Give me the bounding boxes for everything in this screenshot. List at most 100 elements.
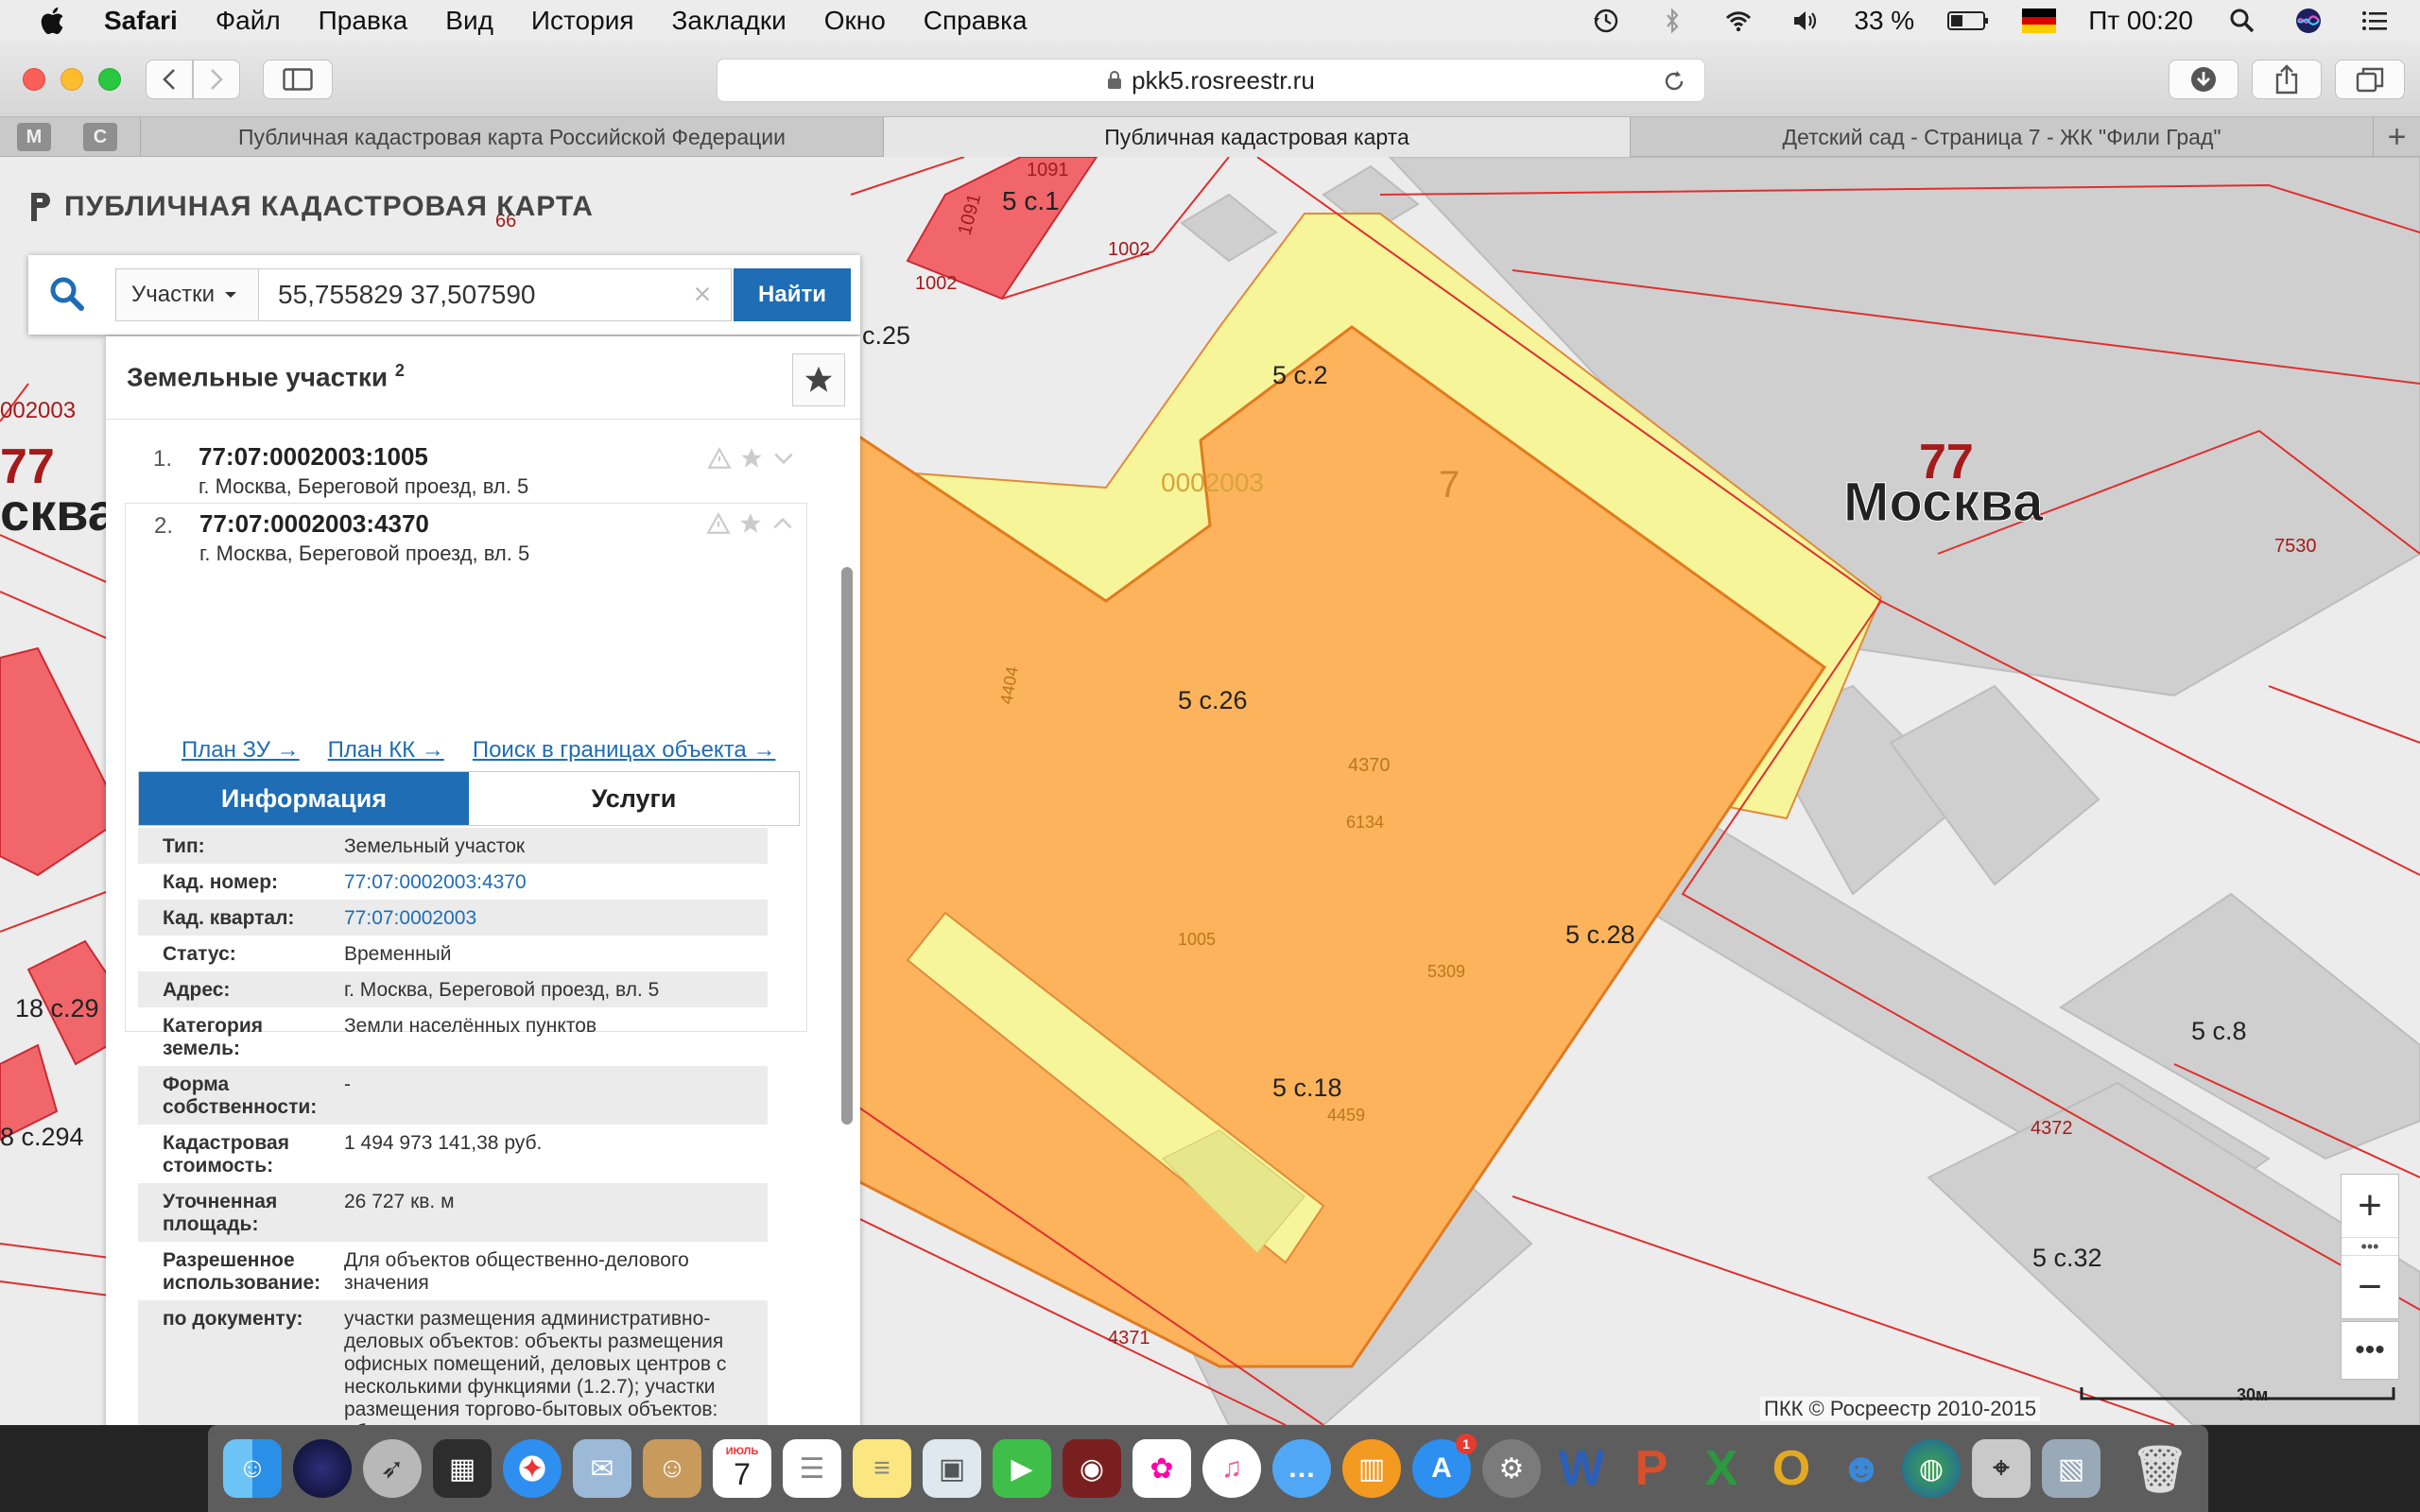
volume-icon[interactable] xyxy=(1788,7,1822,35)
siri-icon[interactable] xyxy=(293,1439,352,1498)
tab-information[interactable]: Информация xyxy=(139,772,469,825)
menu-edit[interactable]: Правка xyxy=(319,6,408,36)
safari-icon[interactable]: ✦ xyxy=(503,1439,562,1498)
back-button[interactable] xyxy=(146,60,193,99)
window-minimize-button[interactable] xyxy=(60,68,83,91)
menu-bookmarks[interactable]: Закладки xyxy=(672,6,786,36)
info-value: 1 494 973 141,38 руб. xyxy=(344,1132,543,1154)
menu-help[interactable]: Справка xyxy=(924,6,1028,36)
cad-number-link[interactable]: 77:07:0002003:4370 xyxy=(344,871,768,894)
launchpad-icon[interactable]: ➶ xyxy=(363,1439,422,1498)
app-brand[interactable]: ПУБЛИЧНАЯ КАДАСТРОВАЯ КАРТА xyxy=(28,191,594,223)
menu-window[interactable]: Окно xyxy=(824,6,886,36)
ibooks-icon[interactable]: ▥ xyxy=(1342,1439,1401,1498)
menubar-clock[interactable]: Пт 00:20 xyxy=(2088,6,2193,36)
facetime-icon[interactable]: ▶ xyxy=(993,1439,1051,1498)
finder-icon[interactable]: ☺ xyxy=(223,1439,282,1498)
panel-scrollbar-thumb[interactable] xyxy=(841,567,853,1125)
tab-cadastral-map-rf[interactable]: Публичная кадастровая карта Российской Ф… xyxy=(140,117,883,157)
more-tools-button[interactable]: ••• xyxy=(2341,1321,2399,1380)
lync-icon[interactable]: ☻ xyxy=(1832,1439,1891,1498)
photos-icon[interactable]: ✿ xyxy=(1132,1439,1191,1498)
favorites-button[interactable] xyxy=(792,353,845,406)
dashboard-icon[interactable]: ▦ xyxy=(433,1439,492,1498)
menu-app-safari[interactable]: Safari xyxy=(104,6,178,36)
sidebar-button[interactable] xyxy=(263,60,333,99)
window-close-button[interactable] xyxy=(23,68,45,91)
itunes-icon[interactable]: ♫ xyxy=(1202,1439,1261,1498)
tab-kindergarten[interactable]: Детский сад - Страница 7 - ЖК "Фили Град… xyxy=(1630,117,2373,157)
network-icon[interactable]: ◍ xyxy=(1902,1439,1961,1498)
word-icon[interactable]: W xyxy=(1552,1439,1611,1498)
new-tab-button[interactable]: + xyxy=(2373,117,2420,157)
info-key: Категория земель: xyxy=(163,1015,264,1059)
clear-search-button[interactable]: × xyxy=(686,277,718,311)
image-capture-icon[interactable]: ▧ xyxy=(2042,1439,2100,1498)
trash-icon[interactable]: 🗑 xyxy=(2131,1439,2189,1498)
search-icon[interactable] xyxy=(47,274,87,314)
zoom-level-dots[interactable]: ••• xyxy=(2342,1237,2398,1256)
messages-icon[interactable]: … xyxy=(1272,1439,1331,1498)
forward-button[interactable] xyxy=(193,60,240,99)
calendar-icon[interactable]: ИЮЛЬ 7 xyxy=(713,1439,771,1498)
downloads-button[interactable] xyxy=(2169,60,2238,99)
menu-file[interactable]: Файл xyxy=(216,6,281,36)
wifi-icon[interactable] xyxy=(1721,7,1755,35)
cad-quarter-link[interactable]: 77:07:0002003 xyxy=(344,907,768,930)
app-store-badge: 1 xyxy=(1456,1434,1477,1454)
warning-icon[interactable] xyxy=(706,511,731,536)
address-bar[interactable]: pkk5.rosreestr.ru xyxy=(717,59,1705,102)
mail-icon[interactable]: ✉ xyxy=(573,1439,631,1498)
siri-menubar-icon[interactable] xyxy=(2291,7,2325,35)
battery-icon[interactable] xyxy=(1946,7,1990,35)
excel-icon[interactable]: X xyxy=(1692,1439,1751,1498)
share-button[interactable] xyxy=(2252,60,2322,99)
outlook-icon[interactable]: O xyxy=(1762,1439,1821,1498)
tab-cadastral-map[interactable]: Публичная кадастровая карта xyxy=(883,117,1630,157)
cadastral-map[interactable]: 77 Москва 77 сква 0002003 7 5 с.1 5 с.2 … xyxy=(0,157,2420,1425)
result-item-1[interactable]: 1. 77:07:0002003:1005 г. Москва, Берегов… xyxy=(125,438,807,508)
zoom-out-button[interactable]: − xyxy=(2342,1256,2398,1318)
chevron-down-icon[interactable] xyxy=(771,446,796,471)
result-actions xyxy=(707,446,796,471)
calendar-month: ИЮЛЬ xyxy=(725,1445,759,1457)
warning-icon[interactable] xyxy=(707,446,732,471)
coordinates-input[interactable] xyxy=(259,268,732,321)
notes-icon[interactable]: ≡ xyxy=(853,1439,911,1498)
star-icon[interactable] xyxy=(738,511,763,536)
notification-center-icon[interactable] xyxy=(2358,7,2392,35)
spotlight-search-icon[interactable] xyxy=(2225,7,2259,35)
chevron-up-icon[interactable] xyxy=(770,511,795,536)
star-icon[interactable] xyxy=(739,446,764,471)
search-type-select[interactable]: Участки xyxy=(115,268,259,321)
map-copyright: ПКК © Росреестр 2010-2015 xyxy=(1760,1397,2041,1421)
tab-services[interactable]: Услуги xyxy=(469,772,799,825)
window-zoom-button[interactable] xyxy=(98,68,121,91)
plan-zu-link[interactable]: План ЗУ → xyxy=(182,737,300,764)
reminders-icon[interactable]: ☰ xyxy=(783,1439,841,1498)
bluetooth-icon[interactable] xyxy=(1655,7,1689,35)
photo-booth-icon[interactable]: ◉ xyxy=(1063,1439,1121,1498)
menu-view[interactable]: Вид xyxy=(445,6,493,36)
plan-kk-link[interactable]: План КК → xyxy=(328,737,444,764)
system-preferences-icon[interactable]: ⚙ xyxy=(1482,1439,1541,1498)
zoom-in-button[interactable]: + xyxy=(2342,1175,2398,1237)
time-machine-icon[interactable] xyxy=(1589,7,1623,35)
find-button[interactable]: Найти xyxy=(734,268,851,321)
satellite-icon[interactable]: ⌖ xyxy=(1972,1439,2031,1498)
menu-history[interactable]: История xyxy=(531,6,634,36)
building-label: 5 с.1 xyxy=(1002,186,1060,215)
contacts-icon[interactable]: ☺ xyxy=(643,1439,701,1498)
pinned-tab-c[interactable]: C xyxy=(83,123,117,151)
pinned-tab-m[interactable]: M xyxy=(17,123,51,151)
reload-icon[interactable] xyxy=(1661,68,1687,94)
app-store-icon[interactable]: A1 xyxy=(1412,1434,1477,1498)
sidebar-icon xyxy=(283,68,313,91)
browser-toolbar: pkk5.rosreestr.ru xyxy=(0,42,2420,117)
powerpoint-icon[interactable]: P xyxy=(1622,1439,1681,1498)
german-flag-icon[interactable] xyxy=(2022,7,2057,35)
apple-menu-icon[interactable] xyxy=(38,5,70,37)
preview-icon[interactable]: ▣ xyxy=(923,1439,981,1498)
tabs-overview-button[interactable] xyxy=(2335,60,2405,99)
search-within-link[interactable]: Поиск в границах объекта → xyxy=(473,737,776,764)
